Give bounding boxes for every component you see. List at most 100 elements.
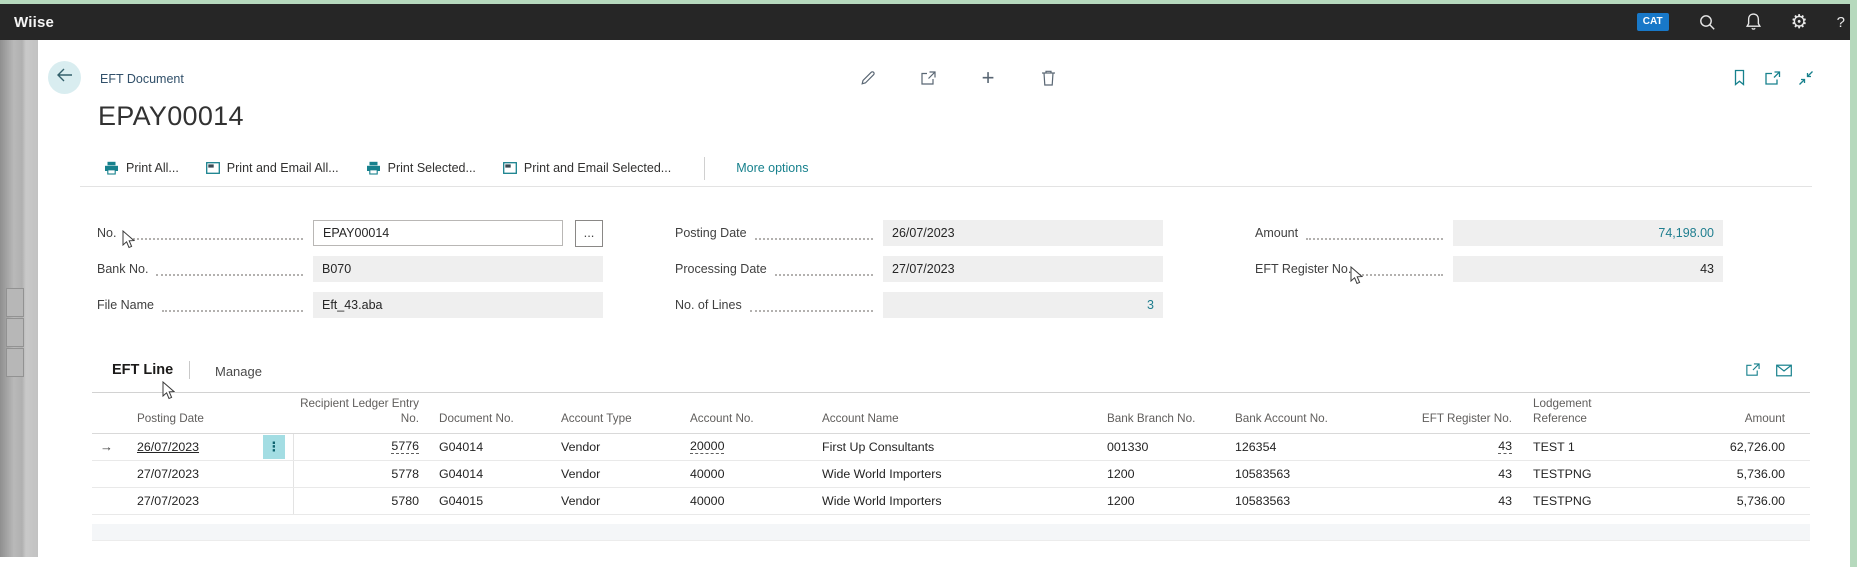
help-icon[interactable]: ? xyxy=(1837,15,1845,30)
print-and-email-selected-button[interactable]: Print and Email Selected... xyxy=(503,161,671,175)
cell-document-no[interactable]: G04014 xyxy=(425,433,555,460)
share-icon[interactable] xyxy=(918,68,938,88)
header-options xyxy=(255,396,293,433)
cell-bank-account-no[interactable]: 10583563 xyxy=(1228,460,1360,487)
cell-amount[interactable]: 62,726.00 xyxy=(1640,433,1810,460)
delete-trash-icon[interactable] xyxy=(1038,68,1058,88)
no-field[interactable]: EPAY00014 xyxy=(313,220,563,246)
header-amount[interactable]: Amount xyxy=(1640,396,1810,433)
file-name-field[interactable]: Eft_43.aba xyxy=(313,292,603,318)
processing-date-field[interactable]: 27/07/2023 xyxy=(883,256,1163,282)
field-row-no-of-lines: No. of Lines 3 xyxy=(675,292,1163,318)
table-row[interactable]: → 26/07/2023 ⋮ 5776 G04014 Vendor 20000 … xyxy=(92,433,1810,460)
cell-bank-branch-no[interactable]: 001330 xyxy=(1100,433,1228,460)
header-bank-branch-no[interactable]: Bank Branch No. xyxy=(1100,396,1228,433)
cell-posting-date[interactable]: 27/07/2023 xyxy=(120,460,255,487)
cell-options xyxy=(255,487,293,514)
header-posting-date[interactable]: Posting Date xyxy=(120,396,255,433)
cell-account-type[interactable]: Vendor xyxy=(555,433,684,460)
part-header-border xyxy=(92,392,1810,393)
table-row[interactable]: 27/07/2023 5780 G04015 Vendor 40000 Wide… xyxy=(92,487,1810,514)
cell-bank-account-no[interactable]: 10583563 xyxy=(1228,487,1360,514)
edit-pencil-icon[interactable] xyxy=(858,68,878,88)
cell-account-name[interactable]: First Up Consultants xyxy=(816,433,1100,460)
cell-bank-account-no[interactable]: 126354 xyxy=(1228,433,1360,460)
cell-document-no[interactable]: G04014 xyxy=(425,460,555,487)
selected-row-indicator-icon: → xyxy=(92,433,120,460)
header-eft-register-no[interactable]: EFT Register No. xyxy=(1360,396,1518,433)
cell-amount[interactable]: 5,736.00 xyxy=(1640,460,1810,487)
part-tab-divider xyxy=(189,361,190,379)
header-account-type[interactable]: Account Type xyxy=(555,396,684,433)
cell-eft-register-no[interactable]: 43 xyxy=(1360,460,1518,487)
print-all-button[interactable]: Print All... xyxy=(104,161,179,175)
cell-lodgement-reference[interactable]: TEST 1 xyxy=(1518,433,1640,460)
cell-bank-branch-no[interactable]: 1200 xyxy=(1100,460,1228,487)
header-recipient-ledger-entry-no[interactable]: Recipient Ledger Entry No. xyxy=(293,396,425,433)
field-row-eft-register-no: EFT Register No. 43 xyxy=(1255,256,1723,282)
amount-field[interactable]: 74,198.00 xyxy=(1453,220,1723,246)
amount-link[interactable]: 74,198.00 xyxy=(1658,226,1714,240)
print-and-email-selected-label: Print and Email Selected... xyxy=(524,161,671,175)
cell-account-no[interactable]: 40000 xyxy=(684,460,816,487)
back-button[interactable] xyxy=(48,61,81,94)
email-report-icon xyxy=(503,162,517,174)
header-account-name[interactable]: Account Name xyxy=(816,396,1100,433)
gear-icon[interactable]: ⚙ xyxy=(1791,13,1808,32)
more-options-button[interactable]: More options xyxy=(736,161,808,175)
cell-account-type[interactable]: Vendor xyxy=(555,487,684,514)
header-document-no[interactable]: Document No. xyxy=(425,396,555,433)
print-selected-button[interactable]: Print Selected... xyxy=(366,161,476,175)
cell-posting-date[interactable]: 27/07/2023 xyxy=(120,487,255,514)
cell-account-type[interactable]: Vendor xyxy=(555,460,684,487)
cell-account-no[interactable]: 40000 xyxy=(684,487,816,514)
back-arrow-icon xyxy=(56,68,73,87)
bell-icon[interactable] xyxy=(1745,13,1762,31)
add-icon[interactable]: + xyxy=(978,68,998,88)
tab-eft-line[interactable]: EFT Line xyxy=(112,362,173,378)
field-row-posting-date: Posting Date 26/07/2023 xyxy=(675,220,1163,246)
bank-no-field[interactable]: B070 xyxy=(313,256,603,282)
app-logo[interactable]: Wiise xyxy=(0,14,54,31)
tab-manage[interactable]: Manage xyxy=(215,364,262,379)
posting-date-field[interactable]: 26/07/2023 xyxy=(883,220,1163,246)
table-row[interactable]: 27/07/2023 5778 G04014 Vendor 40000 Wide… xyxy=(92,460,1810,487)
header-lodgement-reference[interactable]: Lodgement Reference xyxy=(1518,396,1640,433)
cell-account-no[interactable]: 20000 xyxy=(684,433,816,460)
dotted-leader xyxy=(750,299,873,312)
cell-document-no[interactable]: G04015 xyxy=(425,487,555,514)
cell-recipient-ledger-entry-no[interactable]: 5780 xyxy=(293,487,425,514)
open-in-new-window-icon[interactable] xyxy=(1763,68,1782,87)
eft-register-no-field[interactable]: 43 xyxy=(1453,256,1723,282)
print-and-email-all-button[interactable]: Print and Email All... xyxy=(206,161,339,175)
cell-lodgement-reference[interactable]: TESTPNG xyxy=(1518,487,1640,514)
page-caption: EFT Document xyxy=(100,72,184,86)
cell-account-name[interactable]: Wide World Importers xyxy=(816,460,1100,487)
cell-recipient-ledger-entry-no[interactable]: 5776 xyxy=(293,433,425,460)
collapse-icon[interactable] xyxy=(1796,68,1815,87)
no-of-lines-field[interactable]: 3 xyxy=(883,292,1163,318)
no-of-lines-link[interactable]: 3 xyxy=(1147,298,1154,312)
cell-lodgement-reference[interactable]: TESTPNG xyxy=(1518,460,1640,487)
eft-document-page: Wiise CAT ⚙ ? EFT Document EPAY00014 + xyxy=(0,0,1857,567)
cell-bank-branch-no[interactable]: 1200 xyxy=(1100,487,1228,514)
cell-eft-register-no[interactable]: 43 xyxy=(1360,487,1518,514)
cell-eft-register-no[interactable]: 43 xyxy=(1360,433,1518,460)
assist-edit-button[interactable]: ... xyxy=(575,220,603,247)
cell-account-name[interactable]: Wide World Importers xyxy=(816,487,1100,514)
search-icon[interactable] xyxy=(1698,13,1716,31)
cell-amount[interactable]: 5,736.00 xyxy=(1640,487,1810,514)
left-panel-box xyxy=(6,348,24,377)
envelope-icon[interactable] xyxy=(1776,362,1792,378)
dotted-leader xyxy=(1359,263,1443,276)
row-options-button[interactable]: ⋮ xyxy=(263,435,285,459)
new-row-strip[interactable] xyxy=(92,524,1810,541)
cell-recipient-ledger-entry-no[interactable]: 5778 xyxy=(293,460,425,487)
share-icon[interactable] xyxy=(1744,362,1761,378)
cell-posting-date[interactable]: 26/07/2023 xyxy=(120,433,255,460)
environment-badge[interactable]: CAT xyxy=(1637,13,1669,31)
header-bank-account-no[interactable]: Bank Account No. xyxy=(1228,396,1360,433)
bookmark-icon[interactable] xyxy=(1730,68,1749,87)
header-account-no[interactable]: Account No. xyxy=(684,396,816,433)
field-row-no: No. EPAY00014 ... xyxy=(97,220,603,246)
